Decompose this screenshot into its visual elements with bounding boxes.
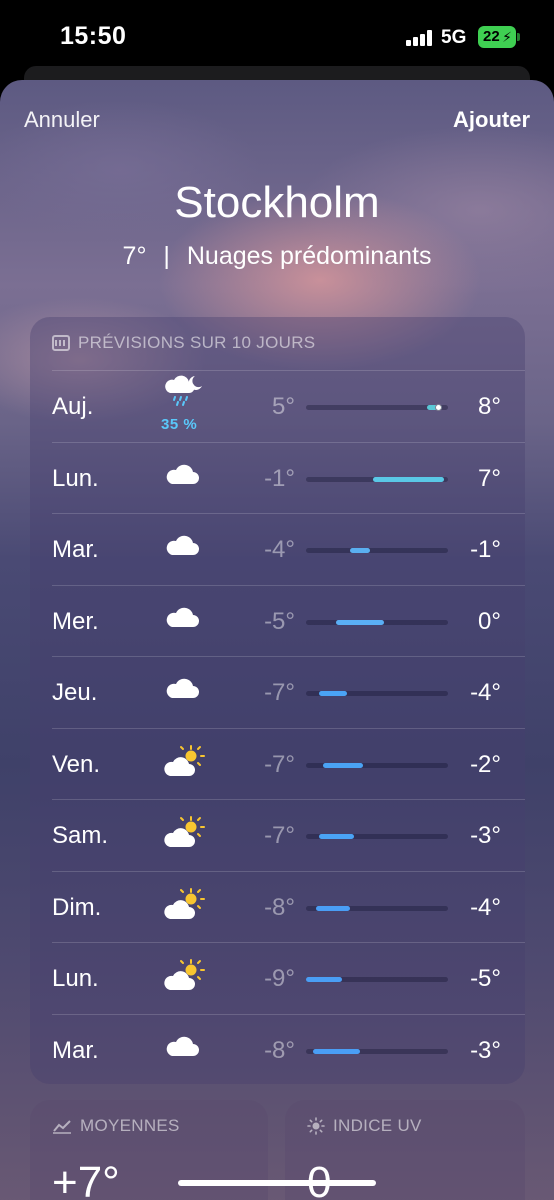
calendar-icon [52, 335, 70, 351]
forecast-row[interactable]: Lun. -9° -5° [52, 942, 525, 1014]
cloud-icon [162, 601, 206, 645]
temp-range-bar [306, 404, 448, 411]
low-temp: -7° [264, 750, 295, 778]
uv-value: 0 [307, 1158, 332, 1200]
high-temp: -1° [470, 536, 501, 563]
forecast-header-label: PRÉVISIONS SUR 10 JOURS [78, 333, 316, 352]
forecast-day: Mar. [52, 1036, 99, 1064]
forecast-row[interactable]: Ven. -7° -2° [52, 727, 525, 800]
low-temp: -9° [264, 965, 295, 992]
cloud-sun-icon [162, 887, 206, 931]
temp-range-fill [350, 548, 370, 553]
current-temp-dot [434, 404, 442, 411]
sun-icon [307, 1117, 325, 1135]
temp-range-bar [306, 834, 448, 839]
temp-range-bar [306, 1048, 448, 1054]
forecast-row[interactable]: Mer. -5° 0° [52, 584, 525, 657]
temp-range-fill [315, 905, 351, 911]
cloud-moon-rain-icon [162, 373, 206, 417]
forecast-day: Lun. [52, 965, 99, 992]
forecast-day: Lun. [52, 464, 99, 492]
charging-bolt-icon: ⚡ [502, 29, 512, 45]
precipitation-chance: 35 % [161, 416, 198, 433]
cancel-button[interactable]: Annuler [24, 107, 100, 133]
forecast-day: Mer. [52, 607, 99, 635]
low-temp: -8° [264, 1036, 295, 1064]
temp-range-fill [318, 834, 355, 839]
uv-header: INDICE UV [307, 1116, 422, 1136]
temp-range-bar [306, 548, 448, 553]
low-temp: -1° [264, 464, 295, 492]
temp-range-bar [306, 619, 448, 625]
battery-level: 22 [483, 28, 500, 45]
forecast-row[interactable]: Mar. -4° -1° [52, 513, 525, 585]
high-temp: -2° [470, 750, 501, 778]
forecast-row[interactable]: Lun. -1° 7° [52, 441, 525, 514]
averages-value: +7° [52, 1158, 120, 1200]
network-type: 5G [441, 27, 467, 48]
cellular-signal-icon [406, 30, 432, 46]
forecast-day: Sam. [52, 822, 109, 849]
forecast-row[interactable]: Jeu. -7° -4° [52, 656, 525, 728]
status-bar: 15:50 5G 22 ⚡ [0, 0, 554, 70]
forecast-row[interactable]: Auj. 35 % 5° 8° [52, 370, 525, 442]
weather-preview-sheet: Annuler Ajouter Stockholm 7° | Nuages pr… [0, 80, 554, 1200]
condition-text: Nuages prédominants [186, 242, 432, 270]
high-temp: -3° [470, 822, 501, 849]
temp-range-fill [335, 619, 385, 625]
forecast-row[interactable]: Mar. -8° -3° [52, 1013, 525, 1086]
temp-range-fill [372, 476, 444, 482]
temp-range-fill [318, 691, 348, 696]
cloud-sun-icon [162, 958, 206, 1002]
high-temp: 8° [478, 393, 501, 420]
high-temp: 7° [478, 464, 501, 492]
status-time: 15:50 [60, 22, 127, 50]
forecast-day: Dim. [52, 893, 102, 921]
low-temp: -8° [264, 893, 295, 921]
temp-range-fill [323, 762, 363, 768]
add-button[interactable]: Ajouter [453, 107, 530, 133]
cloud-icon [162, 529, 206, 573]
low-temp: -7° [264, 822, 295, 849]
separator: | [163, 242, 170, 270]
cloud-icon [162, 1030, 206, 1074]
forecast-day: Mar. [52, 536, 99, 563]
current-conditions: 7° | Nuages prédominants [0, 242, 554, 271]
forecast-row[interactable]: Dim. -8° -4° [52, 870, 525, 943]
forecast-row[interactable]: Sam. -7° -3° [52, 799, 525, 871]
temp-range-bar [306, 977, 448, 982]
forecast-day: Ven. [52, 750, 101, 778]
high-temp: -4° [470, 679, 501, 706]
uv-label: INDICE UV [333, 1116, 422, 1135]
high-temp: -4° [470, 893, 501, 921]
low-temp: -4° [264, 536, 295, 563]
averages-header: MOYENNES [52, 1116, 180, 1136]
battery-icon: 22 ⚡ [478, 26, 520, 48]
temp-range-bar [306, 476, 448, 482]
temp-range-bar [306, 691, 448, 696]
high-temp: -5° [470, 965, 501, 992]
cloud-sun-icon [162, 815, 206, 859]
low-temp: 5° [272, 393, 295, 420]
forecast-day: Jeu. [52, 679, 98, 706]
cloud-sun-icon [162, 744, 206, 788]
forecast-day: Auj. [52, 393, 94, 420]
current-temp: 7° [122, 242, 147, 270]
temp-range-fill [313, 1048, 360, 1054]
temp-range-fill [306, 977, 342, 982]
averages-label: MOYENNES [80, 1116, 180, 1135]
low-temp: -5° [264, 607, 295, 635]
forecast-header: PRÉVISIONS SUR 10 JOURS [52, 333, 315, 353]
cloud-icon [162, 458, 206, 502]
city-name: Stockholm [174, 178, 380, 227]
temp-range-bar [306, 762, 448, 768]
cloud-icon [162, 672, 206, 716]
temp-range-bar [306, 905, 448, 911]
home-indicator [178, 1180, 376, 1186]
high-temp: 0° [478, 607, 501, 635]
low-temp: -7° [264, 679, 295, 706]
high-temp: -3° [470, 1036, 501, 1064]
chart-line-icon [53, 1120, 71, 1134]
ten-day-forecast-card[interactable]: PRÉVISIONS SUR 10 JOURS Auj. 35 % 5° 8° Lun.… [30, 317, 525, 1084]
